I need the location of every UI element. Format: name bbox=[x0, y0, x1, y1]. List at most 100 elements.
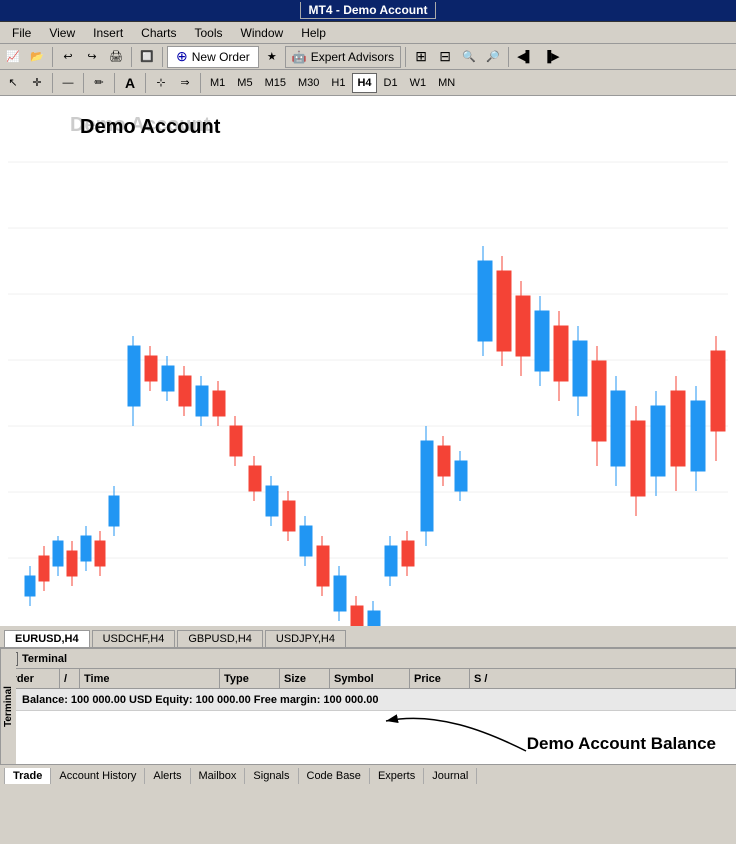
terminal-tab-mailbox[interactable]: Mailbox bbox=[191, 768, 246, 784]
candle-4 bbox=[67, 541, 77, 586]
candle-15 bbox=[249, 456, 261, 501]
col-price: Price bbox=[410, 669, 470, 688]
col-slash: / bbox=[60, 669, 80, 688]
col-s: S / bbox=[470, 669, 736, 688]
line-btn[interactable]: — bbox=[57, 72, 79, 94]
candle-3 bbox=[53, 536, 63, 576]
menu-view[interactable]: View bbox=[41, 24, 83, 42]
dsep2 bbox=[83, 73, 84, 93]
sep1 bbox=[52, 47, 53, 67]
new-order-label: New Order bbox=[192, 50, 250, 64]
scroll-left-btn[interactable]: ◀▌ bbox=[513, 46, 537, 68]
expert-advisors-btn[interactable]: 🤖 Expert Advisors bbox=[285, 46, 401, 68]
candle-10 bbox=[162, 356, 174, 401]
terminal-title: Terminal bbox=[22, 653, 67, 665]
candle-11 bbox=[179, 366, 191, 416]
arrow-tool-btn[interactable]: ⇒ bbox=[174, 72, 196, 94]
tf-d1[interactable]: D1 bbox=[379, 73, 403, 93]
text-btn[interactable]: A bbox=[119, 72, 141, 94]
candle-24 bbox=[402, 531, 414, 576]
candle-35 bbox=[611, 376, 625, 486]
candle-33 bbox=[573, 326, 587, 416]
candle-7 bbox=[109, 486, 119, 536]
candle-2 bbox=[39, 546, 49, 591]
terminal-tab-codebase[interactable]: Code Base bbox=[299, 768, 370, 784]
zoom-out-btn[interactable]: 🔎 bbox=[482, 46, 504, 68]
terminal-tab-journal[interactable]: Journal bbox=[424, 768, 477, 784]
chart-area: Demo Account bbox=[0, 96, 736, 626]
scroll-right-btn[interactable]: ▐▶ bbox=[539, 46, 563, 68]
tf-m5[interactable]: M5 bbox=[232, 73, 257, 93]
candle-32 bbox=[554, 311, 568, 401]
star-btn[interactable]: ★ bbox=[261, 46, 283, 68]
tf-m15[interactable]: M15 bbox=[260, 73, 291, 93]
demo-balance-label: Demo Account Balance bbox=[527, 734, 716, 754]
menu-window[interactable]: Window bbox=[233, 24, 292, 42]
chart-tab-eurusd[interactable]: EURUSD,H4 bbox=[4, 630, 90, 647]
col-type: Type bbox=[220, 669, 280, 688]
magnify-btn[interactable]: 🔍 bbox=[458, 46, 480, 68]
toolbar2-drawing: ↖ ✛ — ✏ A ⊹ ⇒ M1 M5 M15 M30 H1 H4 D1 W1 … bbox=[0, 70, 736, 96]
candle-40 bbox=[711, 336, 725, 461]
print-btn[interactable]: 🖨 bbox=[105, 46, 127, 68]
menu-insert[interactable]: Insert bbox=[85, 24, 131, 42]
candle-5 bbox=[81, 526, 91, 571]
balance-text: Balance: 100 000.00 USD Equity: 100 000.… bbox=[22, 694, 378, 706]
candle-8 bbox=[128, 336, 140, 426]
menu-tools[interactable]: Tools bbox=[187, 24, 231, 42]
cursor-btn[interactable]: ↖ bbox=[2, 72, 24, 94]
new-order-btn[interactable]: ⊕ New Order bbox=[167, 46, 259, 68]
terminal-tab-account-history[interactable]: Account History bbox=[51, 768, 145, 784]
candle-27 bbox=[455, 451, 467, 501]
candle-9 bbox=[145, 346, 157, 391]
menu-bar: File View Insert Charts Tools Window Hel… bbox=[0, 22, 736, 44]
balance-row: ○ Balance: 100 000.00 USD Equity: 100 00… bbox=[0, 689, 736, 711]
terminal-header: ✕ Terminal bbox=[0, 649, 736, 669]
sep5 bbox=[508, 47, 509, 67]
cursor2-btn[interactable]: ⊹ bbox=[150, 72, 172, 94]
pen-btn[interactable]: ✏ bbox=[88, 72, 110, 94]
candle-37 bbox=[651, 391, 665, 496]
terminal-tab-alerts[interactable]: Alerts bbox=[145, 768, 190, 784]
tf-m30[interactable]: M30 bbox=[293, 73, 324, 93]
menu-charts[interactable]: Charts bbox=[133, 24, 184, 42]
toolbar1: 📈 📂 ↩ ↪ 🖨 🔲 ⊕ New Order ★ 🤖 Expert Advis… bbox=[0, 44, 736, 70]
candle-30 bbox=[516, 281, 530, 376]
candle-38 bbox=[671, 376, 685, 491]
chart-tabs: EURUSD,H4 USDCHF,H4 GBPUSD,H4 USDJPY,H4 bbox=[0, 626, 736, 648]
tf-mn[interactable]: MN bbox=[433, 73, 460, 93]
chart-tab-gbpusd[interactable]: GBPUSD,H4 bbox=[177, 630, 263, 647]
candle-39 bbox=[691, 386, 705, 491]
tf-h1[interactable]: H1 bbox=[326, 73, 350, 93]
new-chart-btn[interactable]: 📈 bbox=[2, 46, 24, 68]
crosshair-btn[interactable]: ✛ bbox=[26, 72, 48, 94]
tf-h4[interactable]: H4 bbox=[352, 73, 376, 93]
tf-w1[interactable]: W1 bbox=[405, 73, 432, 93]
chart-watermark: Demo Account bbox=[80, 116, 220, 139]
undo-btn[interactable]: ↩ bbox=[57, 46, 79, 68]
chart-zoom1-btn[interactable]: ⊞ bbox=[410, 46, 432, 68]
title-bar: MT4 - Demo Account bbox=[0, 0, 736, 22]
chart-tab-usdchf[interactable]: USDCHF,H4 bbox=[92, 630, 176, 647]
tf-m1[interactable]: M1 bbox=[205, 73, 230, 93]
col-size: Size bbox=[280, 669, 330, 688]
menu-file[interactable]: File bbox=[4, 24, 39, 42]
chart-zoom2-btn[interactable]: ⊟ bbox=[434, 46, 456, 68]
candle-29 bbox=[497, 256, 511, 366]
candle-25 bbox=[421, 426, 433, 546]
robot-icon: 🤖 bbox=[292, 50, 307, 64]
terminal-tab-signals[interactable]: Signals bbox=[245, 768, 298, 784]
col-symbol: Symbol bbox=[330, 669, 410, 688]
col-time: Time bbox=[80, 669, 220, 688]
redo-btn[interactable]: ↪ bbox=[81, 46, 103, 68]
candle-6 bbox=[95, 531, 105, 576]
open-btn[interactable]: 📂 bbox=[26, 46, 48, 68]
order-columns-header: Order / Time Type Size Symbol Price S / bbox=[0, 669, 736, 689]
chart-tab-usdjpy[interactable]: USDJPY,H4 bbox=[265, 630, 346, 647]
terminal-vertical-label: Terminal bbox=[0, 649, 16, 764]
expert-label: Expert Advisors bbox=[311, 50, 394, 64]
terminal-tab-experts[interactable]: Experts bbox=[370, 768, 424, 784]
menu-help[interactable]: Help bbox=[293, 24, 334, 42]
zoom-in-btn[interactable]: 🔲 bbox=[136, 46, 158, 68]
terminal-tab-trade[interactable]: Trade bbox=[4, 768, 51, 784]
